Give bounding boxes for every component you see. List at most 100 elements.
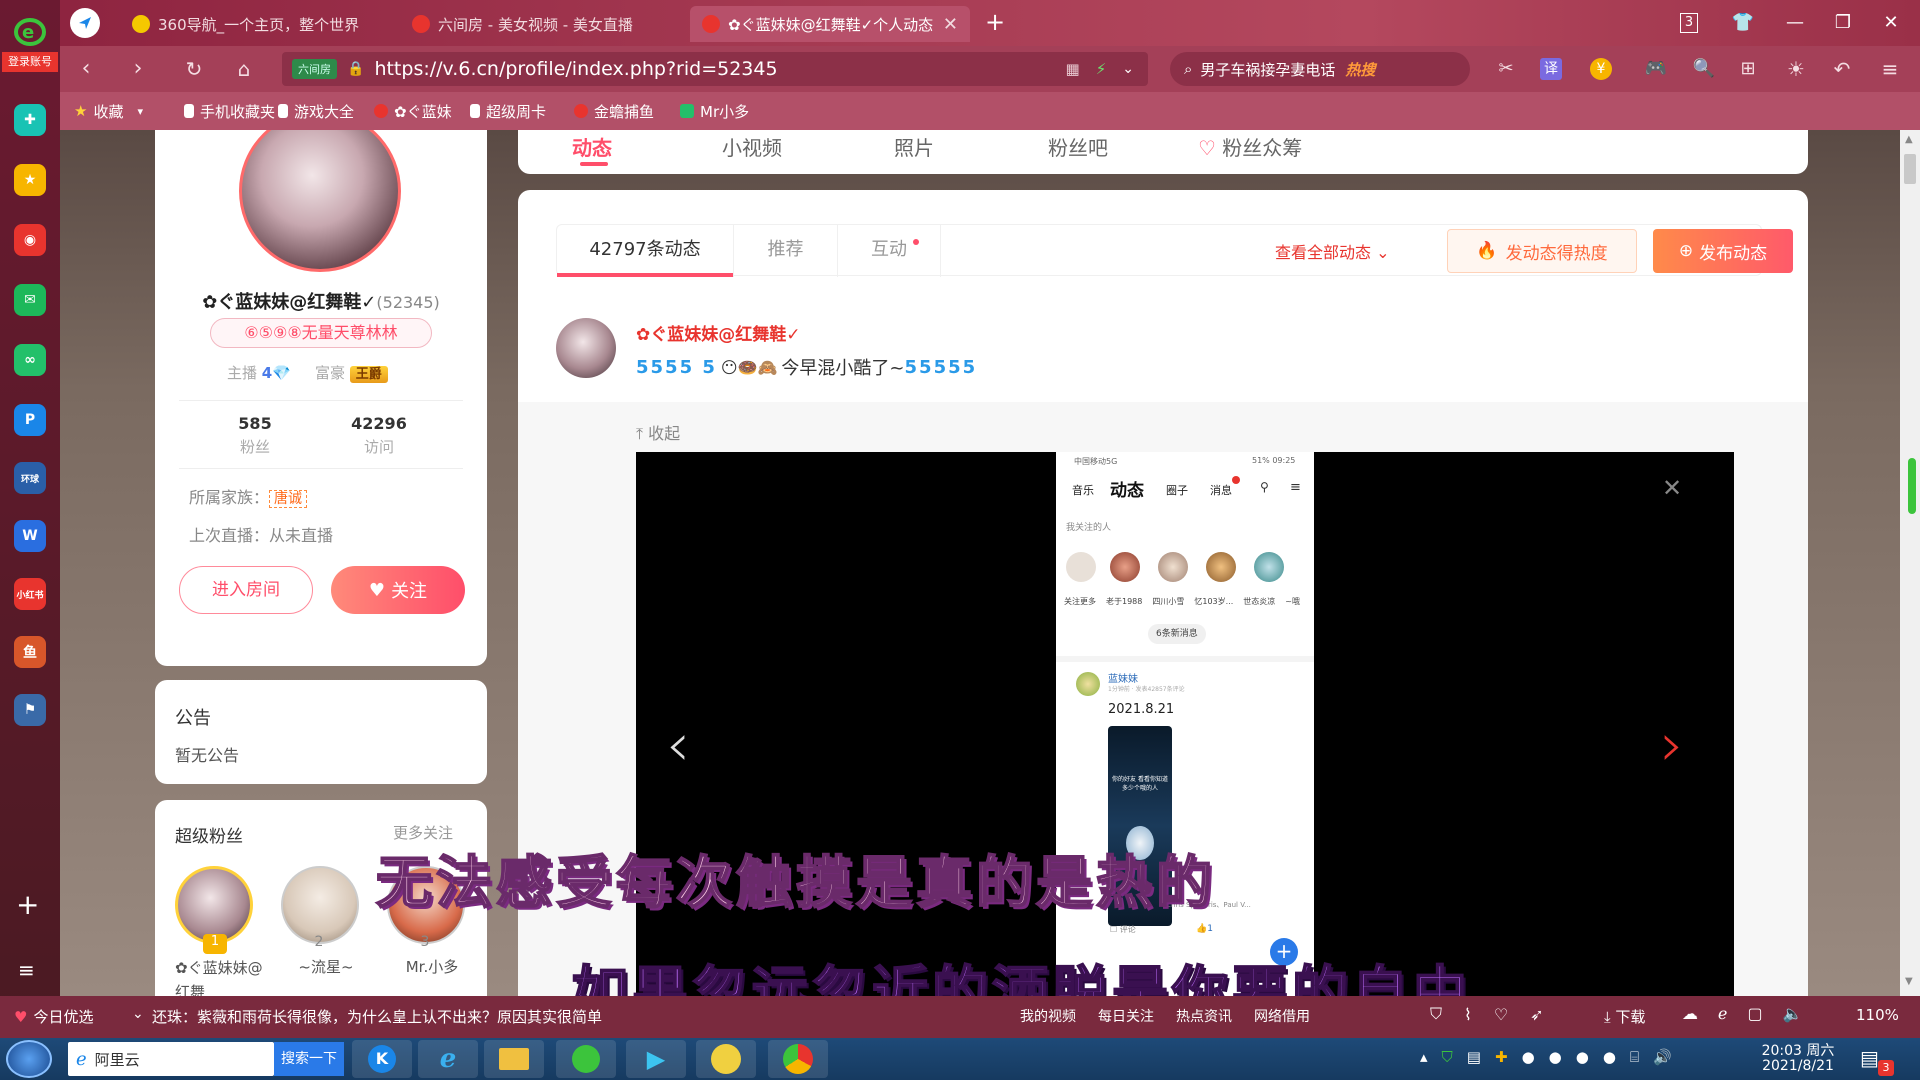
- 360-browser-icon[interactable]: [556, 1040, 616, 1078]
- chart-icon[interactable]: ⌇: [1464, 1005, 1472, 1024]
- tab-profile[interactable]: ✿ぐ蓝妹妹@红舞鞋✓个人动态 ✕: [690, 6, 970, 42]
- forward-icon[interactable]: ›: [122, 54, 154, 84]
- minimize-icon[interactable]: —: [1780, 8, 1810, 38]
- tab-6cn[interactable]: 六间房 - 美女视频 - 美女直播: [400, 6, 670, 42]
- status-my-video[interactable]: 我的视频: [1020, 1006, 1076, 1026]
- tab-photos[interactable]: 照片: [894, 132, 934, 161]
- avatar[interactable]: [239, 130, 401, 272]
- tray-doc-icon[interactable]: ▤: [1467, 1048, 1481, 1066]
- zoom-level[interactable]: 110%: [1856, 1006, 1899, 1024]
- bookmark-weekcard[interactable]: 超级周卡: [470, 92, 546, 130]
- shirt-icon[interactable]: 👕: [1728, 8, 1758, 38]
- tray-qq4-icon[interactable]: ●: [1603, 1048, 1616, 1066]
- scissors-icon[interactable]: ✂: [1490, 54, 1522, 84]
- follow-button[interactable]: ♥ 关注: [331, 566, 465, 614]
- translate-icon[interactable]: 译: [1540, 58, 1562, 80]
- close-window-icon[interactable]: ✕: [1876, 8, 1906, 38]
- star-favorites-icon[interactable]: ★: [14, 164, 46, 196]
- game-app-icon[interactable]: 环球: [14, 462, 46, 494]
- chevron-icon[interactable]: ⌄: [132, 1006, 144, 1022]
- restore-icon[interactable]: ❐: [1828, 8, 1858, 38]
- more-menu-icon[interactable]: ≡: [1874, 54, 1906, 84]
- cloud-icon[interactable]: ☁: [1682, 1004, 1698, 1023]
- tab-all-posts[interactable]: 42797条动态: [557, 225, 733, 277]
- post-avatar[interactable]: [556, 318, 616, 378]
- search-button[interactable]: 搜索一下: [274, 1042, 344, 1076]
- news-ticker[interactable]: 还珠：紫薇和雨荷长得很像，为什么皇上认不出来？原因其实很简单: [152, 1006, 602, 1027]
- clock-time[interactable]: 20:03 周六: [1758, 1040, 1838, 1060]
- next-arrow-icon[interactable]: ›: [1660, 710, 1684, 780]
- login-button[interactable]: 登录账号: [2, 52, 58, 72]
- ie-app-icon[interactable]: ℯ: [418, 1040, 478, 1078]
- action-center-icon[interactable]: ▤: [1860, 1046, 1879, 1070]
- k-app-icon[interactable]: K: [352, 1040, 412, 1078]
- flash-icon[interactable]: ⚡: [1096, 60, 1107, 78]
- bookmark-fishing[interactable]: 金蟾捕鱼: [574, 92, 654, 130]
- status-network[interactable]: 网络借用: [1254, 1006, 1310, 1026]
- today-picks[interactable]: ♥ 今日优选: [14, 1006, 93, 1027]
- superfan-avatar-1[interactable]: [175, 866, 253, 944]
- media-player-icon[interactable]: ▶: [626, 1040, 686, 1078]
- page-scrollbar[interactable]: ▲ ▼: [1900, 130, 1920, 996]
- start-button[interactable]: [6, 1040, 52, 1078]
- bookmark-favorites[interactable]: ★ 收藏 ▾: [74, 92, 143, 130]
- search-box[interactable]: ⌕ 男子车祸接孕妻电话 热搜: [1170, 52, 1470, 86]
- tab-crowdfund[interactable]: ♡ 粉丝众筹: [1198, 132, 1302, 161]
- tab-recommend[interactable]: 推荐: [733, 225, 837, 277]
- qr-icon[interactable]: ▦: [1066, 60, 1080, 78]
- tray-plus-icon[interactable]: ✚: [1495, 1048, 1508, 1066]
- weibo-icon[interactable]: ◉: [14, 224, 46, 256]
- add-icon[interactable]: +: [16, 888, 39, 921]
- coin-icon[interactable]: ¥: [1590, 58, 1612, 80]
- family-badge[interactable]: 唐诚: [269, 490, 308, 508]
- tab-interaction[interactable]: 互动: [837, 225, 941, 277]
- download-button[interactable]: ⤓ 下载: [1604, 1006, 1645, 1027]
- plus-cross-icon[interactable]: ✚: [14, 104, 46, 136]
- link-icon[interactable]: ∞: [14, 344, 46, 376]
- heartbeat-icon[interactable]: ♡: [1494, 1005, 1508, 1024]
- speaker-icon[interactable]: 🔈: [1783, 1004, 1803, 1023]
- bookmark-mrxiaoduo[interactable]: Mr小多: [680, 92, 749, 130]
- undo-icon[interactable]: ↶: [1826, 54, 1858, 84]
- tab-dongtai[interactable]: 动态: [572, 132, 612, 161]
- bookmark-lanmeimei[interactable]: ✿ぐ蓝妹: [374, 92, 452, 130]
- chat-app-icon[interactable]: [696, 1040, 756, 1078]
- home-icon[interactable]: ⌂: [228, 54, 260, 84]
- grid-icon[interactable]: ⊞: [1732, 54, 1764, 84]
- bookmark-mobile[interactable]: 手机收藏夹: [184, 92, 275, 130]
- tray-volume-icon[interactable]: 🔊: [1653, 1048, 1672, 1066]
- bookmark-games[interactable]: 游戏大全: [278, 92, 354, 130]
- navigate-icon[interactable]: [70, 8, 100, 38]
- post-author[interactable]: ✿ぐ蓝妹妹@红舞鞋✓: [636, 320, 801, 345]
- tab-videos[interactable]: 小视频: [722, 132, 782, 161]
- game-fish-icon[interactable]: 鱼: [14, 636, 46, 668]
- menu-icon[interactable]: ≡: [18, 958, 35, 982]
- game-castle-icon[interactable]: ⚑: [14, 694, 46, 726]
- status-daily[interactable]: 每日关注: [1098, 1006, 1154, 1026]
- tab-fanbar[interactable]: 粉丝吧: [1048, 132, 1108, 161]
- tray-up-icon[interactable]: ▴: [1420, 1048, 1428, 1066]
- brightness-icon[interactable]: ☀: [1780, 54, 1812, 84]
- status-news[interactable]: 热点资讯: [1176, 1006, 1232, 1026]
- collapse-link[interactable]: ⤒ 收起: [636, 420, 680, 444]
- browser-logo-icon[interactable]: e: [6, 12, 54, 48]
- tray-qq-icon[interactable]: ●: [1522, 1048, 1535, 1066]
- close-viewer-icon[interactable]: ✕: [1662, 474, 1682, 502]
- tray-qq2-icon[interactable]: ●: [1549, 1048, 1562, 1066]
- tab-360[interactable]: 360导航_一个主页，整个世界: [120, 6, 380, 42]
- tab-count[interactable]: 3: [1680, 13, 1698, 33]
- xiaohongshu-icon[interactable]: 小红书: [14, 578, 46, 610]
- gamepad-icon[interactable]: 🎮: [1640, 54, 1672, 84]
- address-bar[interactable]: 六间房 🔒 https://v.6.cn/profile/index.php?r…: [282, 52, 1148, 86]
- side-slider[interactable]: [1908, 458, 1916, 514]
- p-app-icon[interactable]: P: [14, 404, 46, 436]
- scroll-thumb[interactable]: [1904, 154, 1916, 184]
- magnifier-icon[interactable]: 🔍: [1688, 54, 1720, 84]
- chevron-down-icon[interactable]: ⌄: [1122, 61, 1134, 77]
- tray-network-icon[interactable]: ⌸: [1630, 1048, 1639, 1066]
- explorer-icon[interactable]: [484, 1040, 544, 1078]
- back-icon[interactable]: ‹: [70, 54, 102, 84]
- new-tab-icon[interactable]: +: [985, 8, 1005, 36]
- close-tab-icon[interactable]: ✕: [943, 14, 958, 35]
- superfan-avatar-2[interactable]: [281, 866, 359, 944]
